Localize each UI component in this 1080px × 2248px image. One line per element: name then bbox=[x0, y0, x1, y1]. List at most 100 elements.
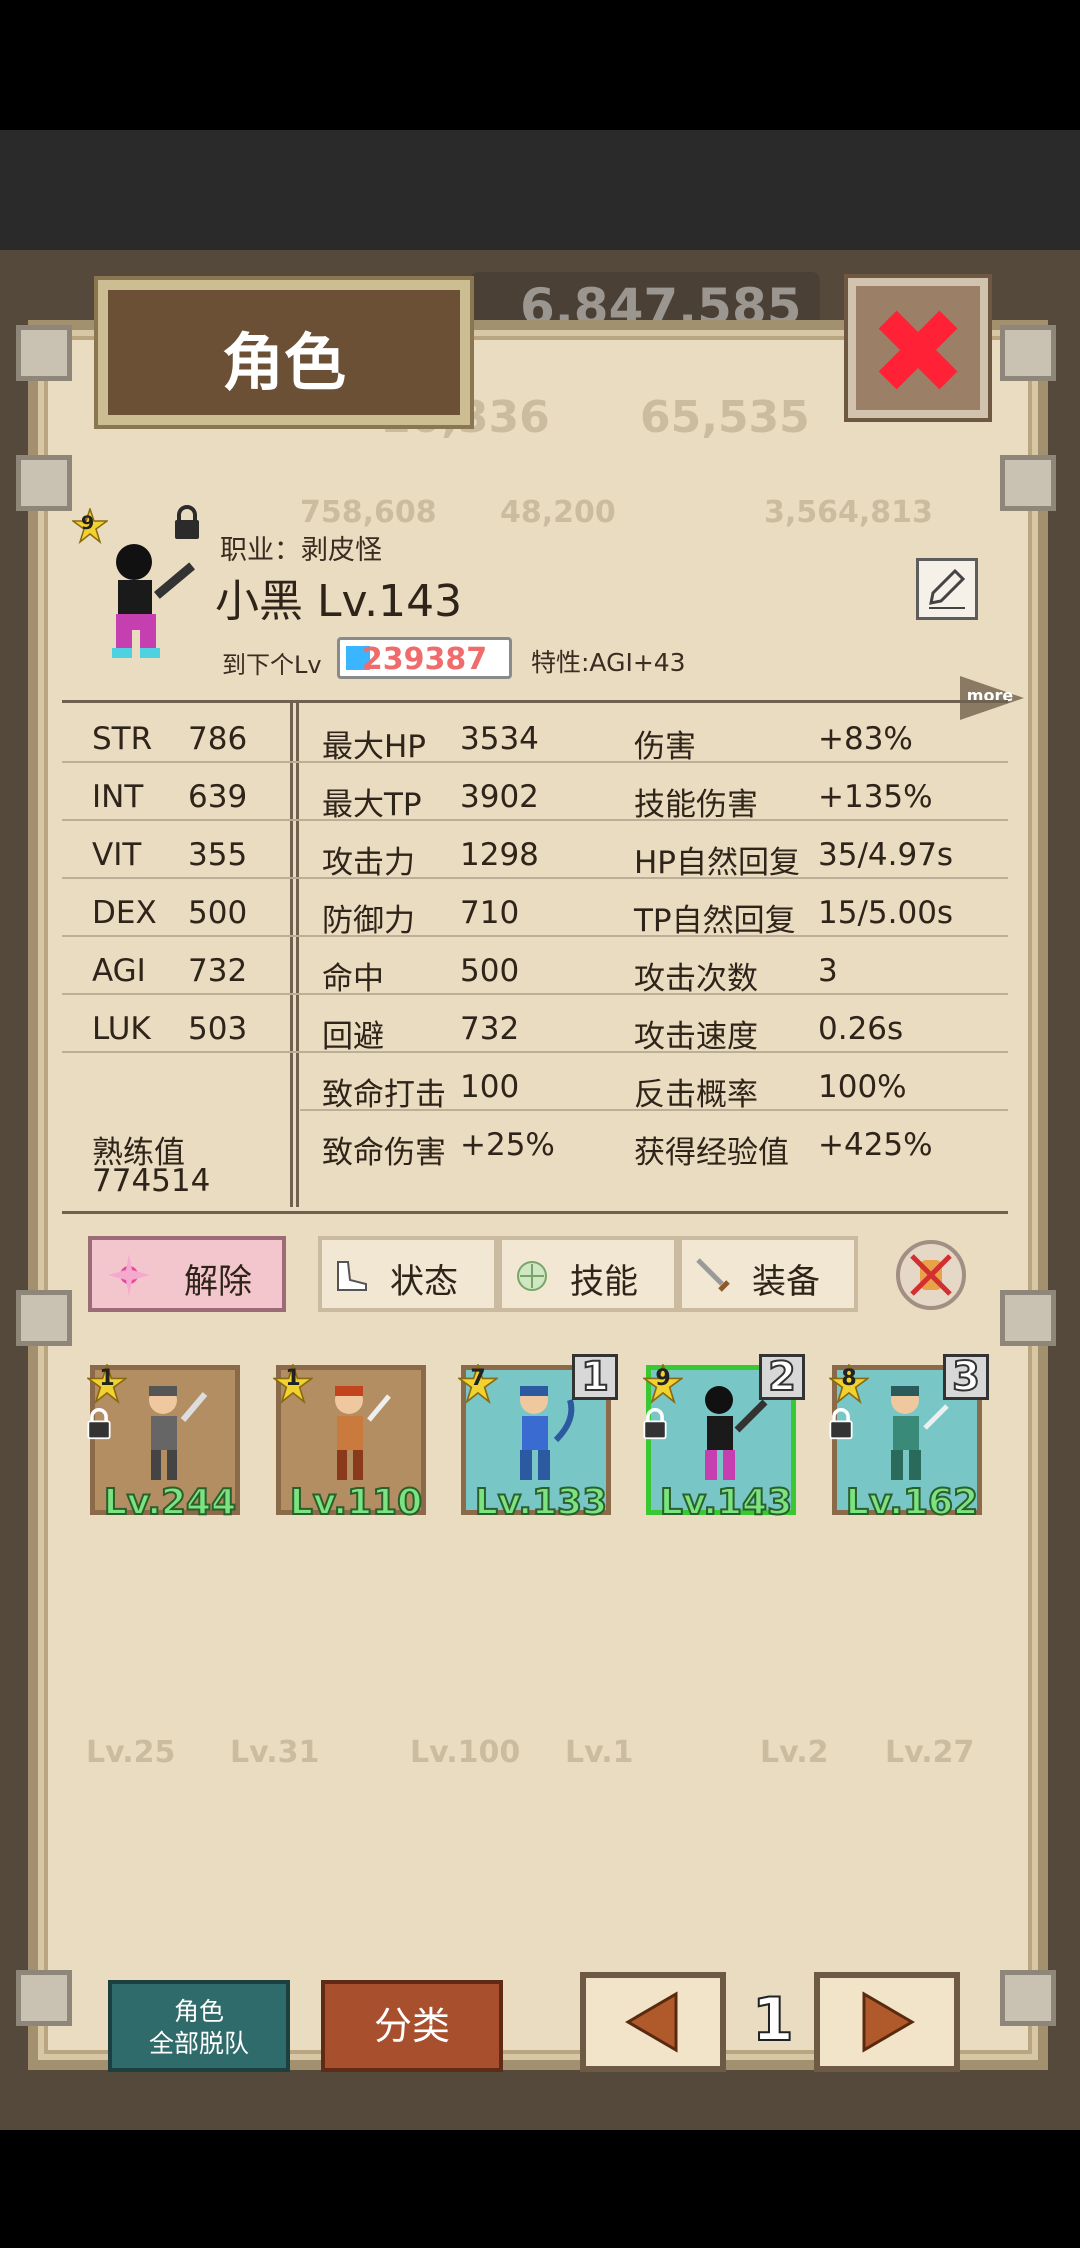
sword-icon bbox=[696, 1258, 730, 1292]
boot-icon bbox=[337, 1261, 367, 1291]
stat-name: DEX bbox=[92, 895, 157, 931]
stat-name: 最大HP bbox=[322, 729, 427, 765]
stat-value: 100 bbox=[460, 1069, 520, 1105]
card-rank: 9 bbox=[655, 1366, 671, 1391]
close-button[interactable]: ✖ bbox=[848, 278, 988, 421]
stat-name: HP自然回复 bbox=[634, 845, 801, 881]
card-rank: 1 bbox=[99, 1366, 115, 1391]
faded-level: Lv.2 bbox=[760, 1735, 829, 1770]
stat-value: 503 bbox=[188, 1011, 248, 1047]
panel-bracket bbox=[16, 1290, 72, 1346]
stat-name: 攻击速度 bbox=[634, 1019, 758, 1055]
roster-card[interactable]: 8 3 Lv.162 bbox=[827, 1354, 989, 1524]
exp-value: 239387 bbox=[361, 642, 488, 677]
trait-label: 特性:AGI+43 bbox=[531, 648, 686, 677]
card-rank-star: 7 bbox=[456, 1362, 500, 1405]
stat-value: 3 bbox=[818, 953, 838, 989]
next-page-button[interactable] bbox=[814, 1972, 960, 2072]
stat-value: +25% bbox=[460, 1127, 555, 1163]
proficiency-value: 774514 bbox=[92, 1163, 211, 1199]
page-number: 1 bbox=[751, 1984, 795, 2056]
edit-name-button[interactable] bbox=[916, 558, 978, 620]
stat-value: 355 bbox=[188, 837, 248, 873]
window-title: 角色 bbox=[221, 326, 346, 399]
sort-label: 分类 bbox=[373, 2004, 450, 2048]
sort-button[interactable]: 分类 bbox=[321, 1980, 503, 2072]
stat-name: 致命打击 bbox=[322, 1077, 446, 1113]
release-button[interactable]: 解除 bbox=[88, 1236, 286, 1312]
row-line bbox=[62, 935, 1008, 937]
stats-divider bbox=[290, 703, 293, 1207]
stat-value: 639 bbox=[188, 779, 248, 815]
stat-name: 防御力 bbox=[322, 903, 415, 939]
party-slot-badge: 1 bbox=[572, 1354, 618, 1400]
prev-page-button[interactable] bbox=[580, 1972, 726, 2072]
panel-bracket bbox=[1000, 1290, 1056, 1346]
card-rank-star: 9 bbox=[641, 1362, 685, 1405]
stat-name: 命中 bbox=[322, 961, 384, 997]
stat-value: +83% bbox=[818, 721, 913, 757]
row-line bbox=[62, 761, 1008, 763]
character-sprite-icon bbox=[705, 1386, 768, 1480]
skills-label: 技能 bbox=[570, 1262, 638, 1302]
row-line bbox=[62, 993, 1008, 995]
card-level: Lv.244 bbox=[103, 1481, 237, 1524]
panel-bracket bbox=[1000, 455, 1056, 511]
unequip-all-button[interactable] bbox=[896, 1240, 966, 1310]
stat-name: 攻击次数 bbox=[634, 961, 758, 997]
stats-table: STR 786 INT 639 VIT 355 DEX 500 AGI 732 … bbox=[62, 700, 1008, 1214]
stat-value: 100% bbox=[818, 1069, 907, 1105]
panel-bracket bbox=[16, 325, 72, 381]
panel-bracket bbox=[16, 1970, 72, 2026]
stat-value: 0.26s bbox=[818, 1011, 904, 1047]
character-sprite-icon bbox=[149, 1386, 208, 1480]
character-name-level: 小黑 Lv.143 bbox=[215, 576, 463, 627]
job-label: 职业：剥皮怪 bbox=[220, 535, 382, 566]
row-line bbox=[62, 1051, 1008, 1053]
faded-level: Lv.25 bbox=[86, 1735, 176, 1770]
card-rank-star: 1 bbox=[85, 1362, 129, 1405]
card-rank: 8 bbox=[841, 1366, 857, 1391]
faded-stat: 48,200 bbox=[500, 495, 616, 530]
roster-card[interactable]: 7 1 Lv.133 bbox=[456, 1354, 618, 1524]
release-label: 解除 bbox=[184, 1262, 252, 1302]
stat-value: +135% bbox=[818, 779, 933, 815]
roster-card[interactable]: 1 Lv.110 bbox=[271, 1362, 426, 1524]
roster-card-selected[interactable]: 9 2 Lv.143 bbox=[641, 1354, 805, 1524]
stat-name: AGI bbox=[92, 953, 146, 989]
pencil-icon bbox=[929, 568, 966, 609]
tab-skills[interactable]: 技能 bbox=[498, 1236, 678, 1312]
stat-value: +425% bbox=[818, 1127, 933, 1163]
panel-bracket bbox=[16, 455, 72, 511]
roster-card[interactable]: 1 Lv.244 bbox=[85, 1362, 240, 1524]
tab-equipment[interactable]: 装备 bbox=[678, 1236, 858, 1312]
dismiss-line2: 全部脱队 bbox=[148, 2029, 249, 2058]
stat-value: 500 bbox=[460, 953, 520, 989]
faded-level: Lv.1 bbox=[565, 1735, 634, 1770]
faded-stat: 758,608 bbox=[300, 495, 437, 530]
tab-status[interactable]: 状态 bbox=[318, 1236, 498, 1312]
exp-bar: 239387 bbox=[337, 637, 512, 679]
lock-icon bbox=[829, 1408, 853, 1440]
equipment-label: 装备 bbox=[752, 1262, 820, 1302]
faded-stat: 65,535 bbox=[640, 392, 810, 443]
card-rank: 1 bbox=[285, 1366, 301, 1391]
card-rank: 7 bbox=[470, 1366, 486, 1391]
stat-name: 反击概率 bbox=[634, 1077, 758, 1113]
party-slot-badge: 2 bbox=[759, 1354, 805, 1400]
close-x-icon: ✖ bbox=[868, 283, 968, 421]
status-label: 状态 bbox=[390, 1262, 458, 1302]
stat-name: INT bbox=[92, 779, 144, 815]
dismiss-all-button[interactable]: 角色 全部脱队 bbox=[108, 1980, 290, 2072]
rank-number: 9 bbox=[81, 512, 95, 534]
stat-name: 回避 bbox=[322, 1019, 384, 1055]
stat-value: 3534 bbox=[460, 721, 539, 757]
stat-name: 获得经验值 bbox=[634, 1135, 789, 1171]
card-level: Lv.162 bbox=[845, 1481, 979, 1524]
faded-level: Lv.100 bbox=[410, 1735, 521, 1770]
stat-value: 15/5.00s bbox=[818, 895, 954, 931]
stat-name: 伤害 bbox=[634, 729, 696, 765]
stat-name: VIT bbox=[92, 837, 142, 873]
no-equip-icon bbox=[910, 1254, 952, 1296]
faded-stat: 3,564,813 bbox=[764, 495, 933, 530]
